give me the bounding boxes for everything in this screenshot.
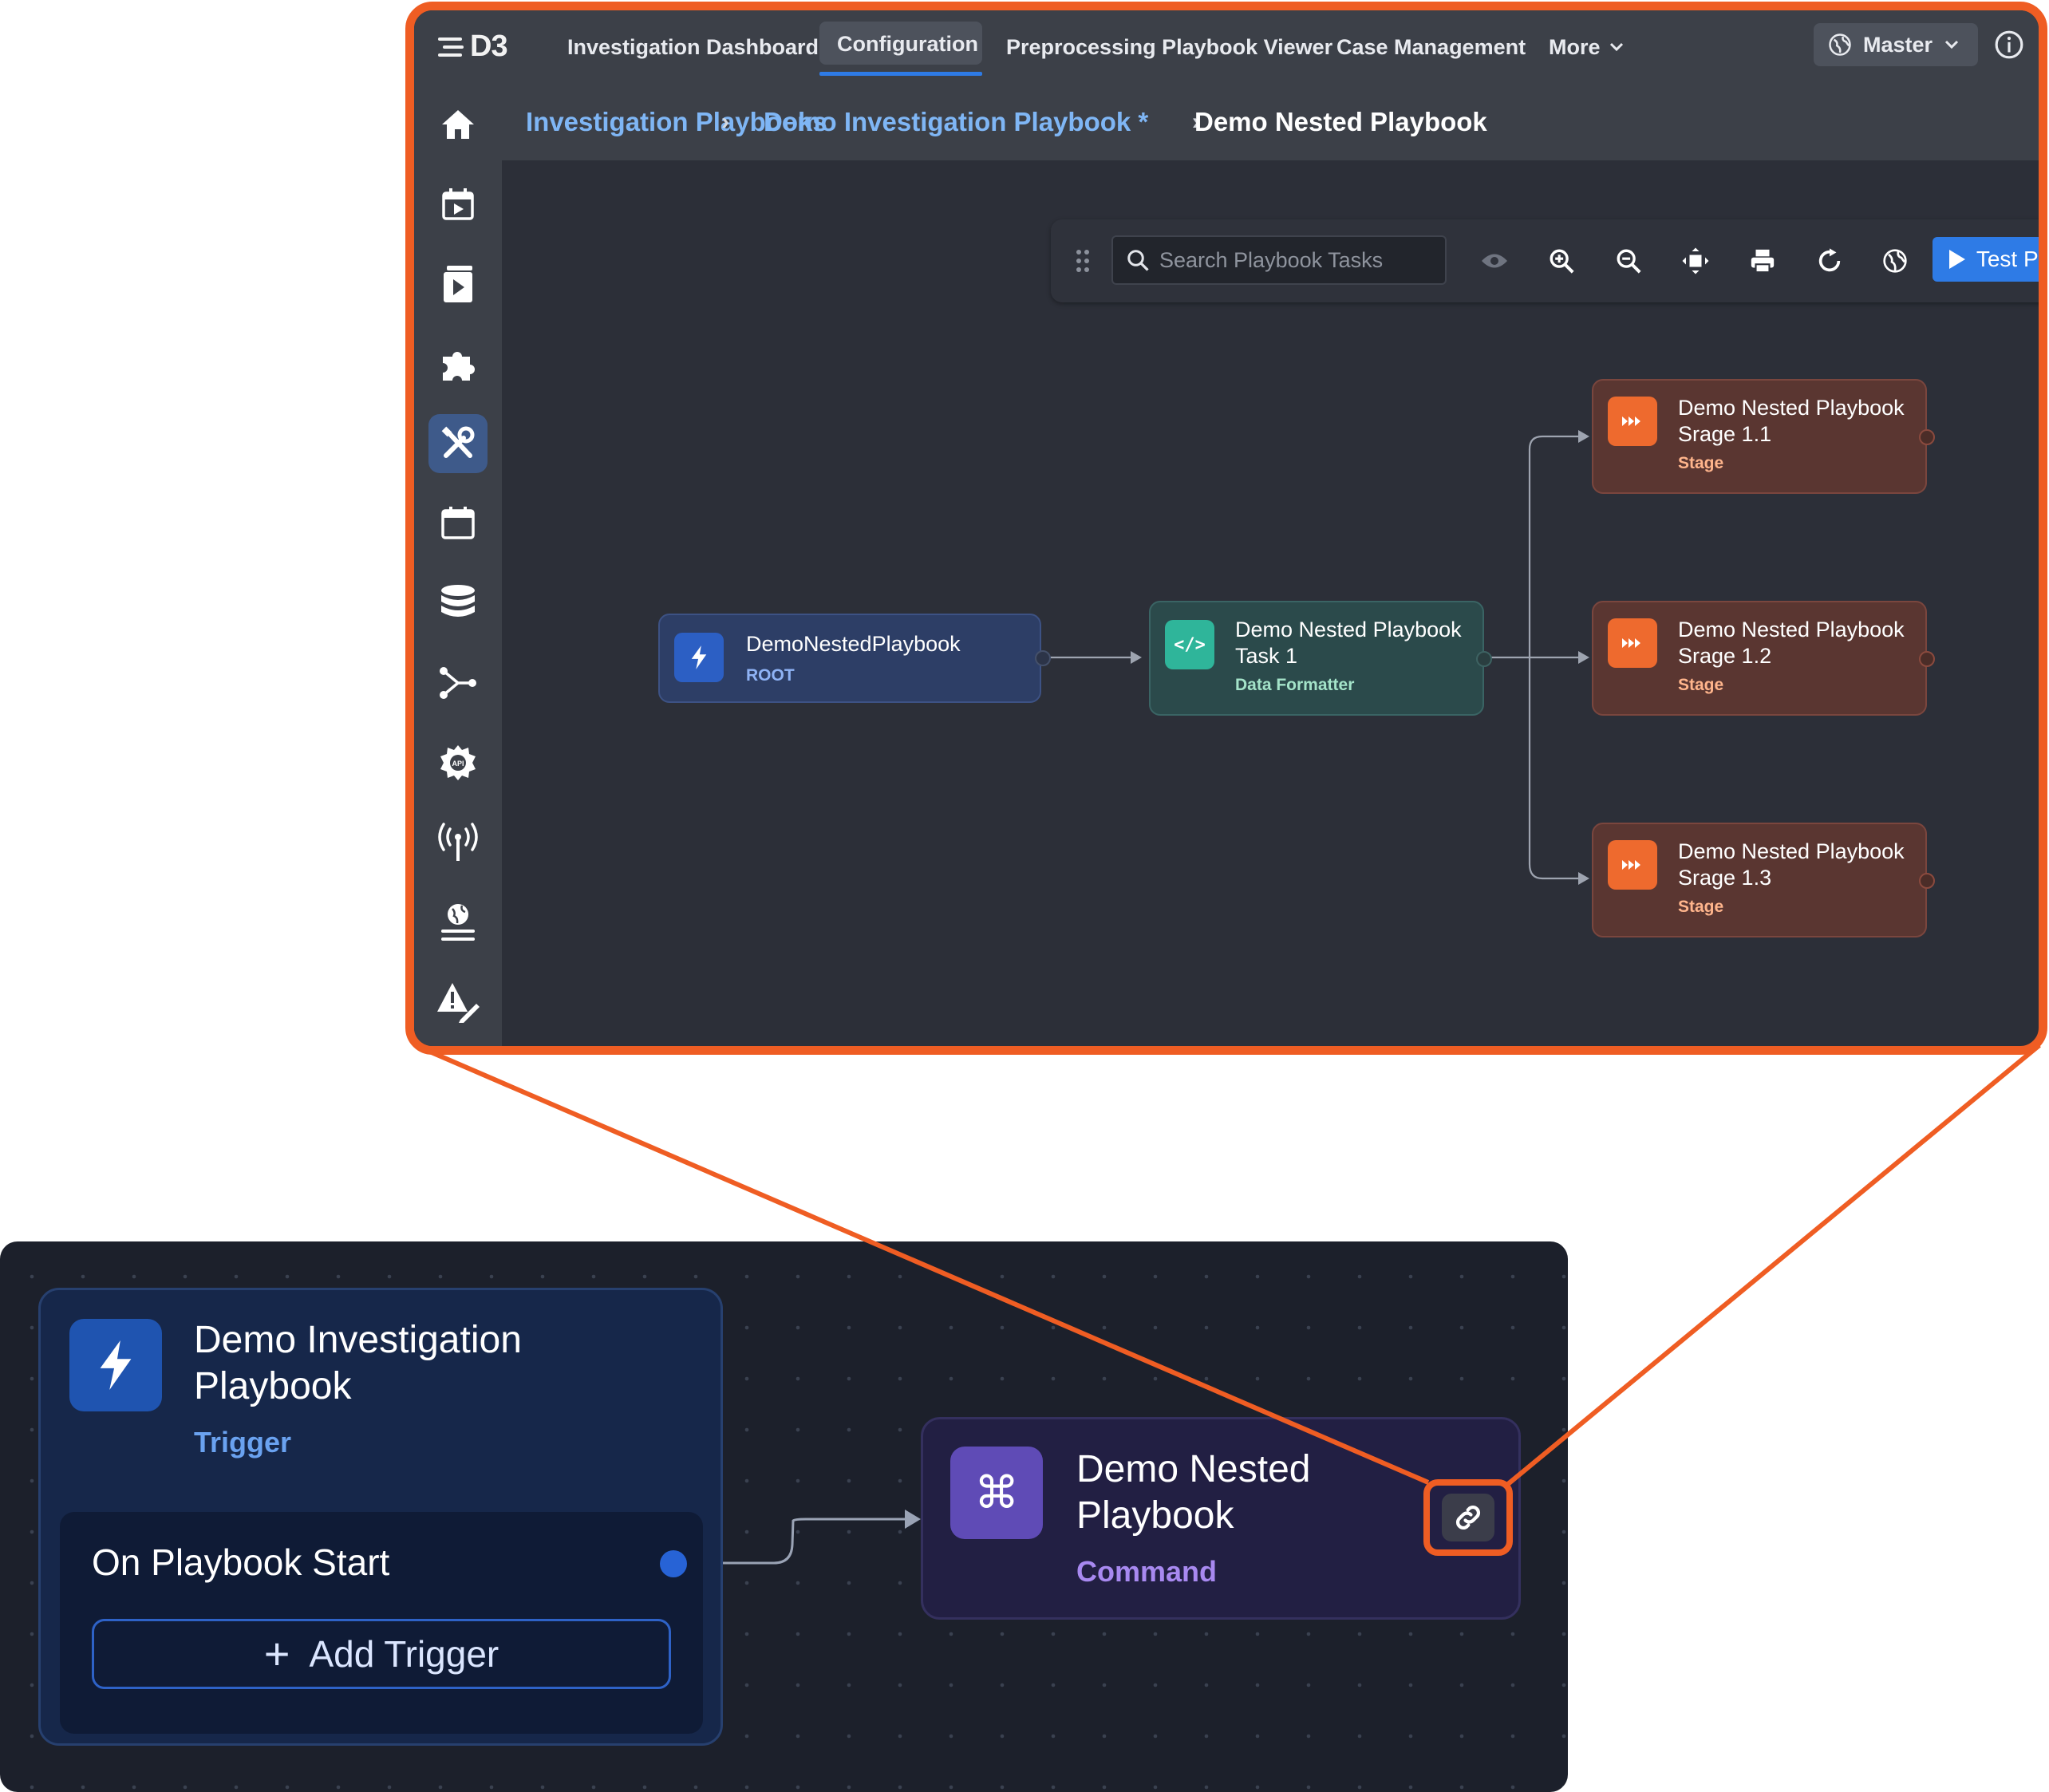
stage-node-type: Stage	[1678, 454, 1724, 472]
trigger-output-port[interactable]	[660, 1550, 687, 1577]
task-node-type: Data Formatter	[1235, 676, 1355, 694]
stage-node[interactable]: Demo Nested Playbook Srage 1.1 Stage	[1592, 379, 1935, 494]
root-node-title: DemoNestedPlaybook	[746, 632, 961, 656]
stage-node-title: Demo Nested Playbook Srage 1.3	[1678, 839, 1905, 890]
stage-output-port[interactable]	[1919, 651, 1935, 667]
trigger-event-label: On Playbook Start	[92, 1541, 390, 1583]
stage-node-title: Demo Nested Playbook Srage 1.1	[1678, 396, 1905, 446]
trigger-event-panel: On Playbook Start + Add Trigger	[60, 1512, 703, 1734]
stage-output-port[interactable]	[1919, 873, 1935, 889]
task-node[interactable]: </> Demo Nested Playbook Task 1 Data For…	[1149, 601, 1492, 716]
link-icon	[1442, 1494, 1494, 1541]
trigger-node[interactable]: Demo Investigation Playbook Trigger On P…	[38, 1288, 723, 1746]
root-node[interactable]: DemoNestedPlaybook ROOT	[658, 614, 1051, 703]
parent-playbook-canvas: Demo Investigation Playbook Trigger On P…	[0, 1241, 1568, 1792]
command-node-title: Demo Nested Playbook	[1076, 1448, 1311, 1537]
trigger-node-title: Demo Investigation Playbook	[194, 1319, 522, 1407]
bolt-icon	[69, 1319, 162, 1411]
root-node-type: ROOT	[746, 666, 795, 685]
stage-icon	[1608, 840, 1657, 890]
open-nested-playbook-link[interactable]	[1423, 1479, 1513, 1556]
command-icon: ⌘	[950, 1447, 1043, 1539]
bolt-icon	[674, 633, 724, 682]
task-node-title: Demo Nested Playbook Task 1	[1235, 618, 1462, 668]
stage-node-type: Stage	[1678, 676, 1724, 694]
nested-playbook-window: D3 Investigation Dashboard Configuration…	[405, 2, 2047, 1055]
stage-icon	[1608, 618, 1657, 668]
stage-node-type: Stage	[1678, 898, 1724, 916]
add-trigger-button[interactable]: + Add Trigger	[92, 1619, 671, 1689]
task-output-port[interactable]	[1476, 651, 1492, 667]
code-icon: </>	[1165, 620, 1214, 669]
command-node-type: Command	[1076, 1555, 1218, 1588]
trigger-node-type: Trigger	[194, 1426, 292, 1458]
stage-icon	[1608, 397, 1657, 446]
stage-node[interactable]: Demo Nested Playbook Srage 1.2 Stage	[1592, 601, 1935, 716]
stage-node-title: Demo Nested Playbook Srage 1.2	[1678, 618, 1905, 668]
stage-output-port[interactable]	[1919, 429, 1935, 445]
root-output-port[interactable]	[1035, 650, 1051, 666]
stage-node[interactable]: Demo Nested Playbook Srage 1.3 Stage	[1592, 823, 1935, 937]
add-trigger-label: Add Trigger	[309, 1633, 499, 1675]
plus-icon: +	[263, 1628, 290, 1679]
